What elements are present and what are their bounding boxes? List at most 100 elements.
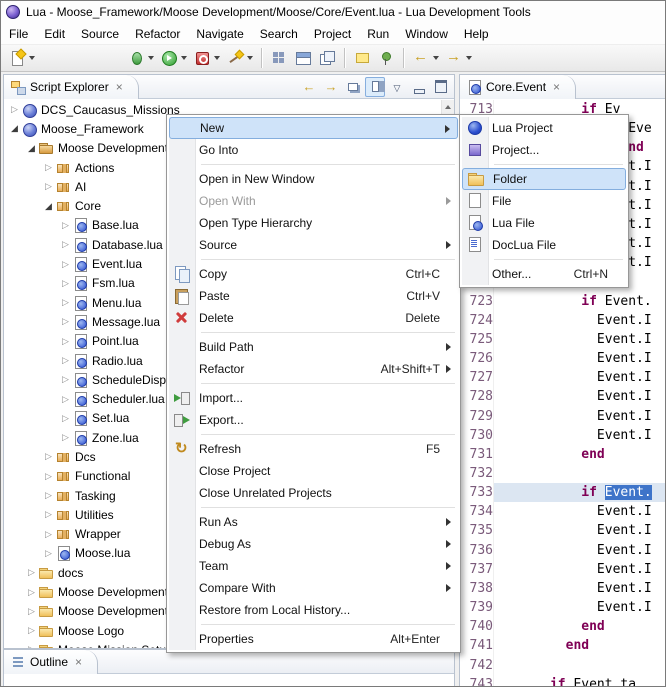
pin-editor-button[interactable] xyxy=(374,46,398,70)
dropdown-caret-icon[interactable] xyxy=(466,56,472,60)
line-number[interactable]: 733 xyxy=(460,483,494,502)
line-number[interactable]: 723 xyxy=(460,292,494,311)
context-menu-item-go-into[interactable]: Go Into xyxy=(169,139,458,161)
line-number[interactable]: 732 xyxy=(460,464,494,483)
line-number[interactable]: 737 xyxy=(460,560,494,579)
tab-script-explorer[interactable]: Script Explorer xyxy=(4,75,139,99)
code-text[interactable] xyxy=(494,656,665,675)
dropdown-caret-icon[interactable] xyxy=(181,56,187,60)
line-number[interactable]: 727 xyxy=(460,368,494,387)
expand-arrow-icon[interactable]: ▷ xyxy=(42,549,55,558)
code-text[interactable]: end xyxy=(494,617,665,636)
expand-arrow-icon[interactable]: ▷ xyxy=(42,491,55,500)
line-number[interactable]: 739 xyxy=(460,598,494,617)
close-icon[interactable] xyxy=(75,657,82,667)
line-number[interactable]: 741 xyxy=(460,636,494,655)
context-menu-item-open-with[interactable]: Open With xyxy=(169,190,458,212)
line-number[interactable]: 738 xyxy=(460,579,494,598)
new-editor-button[interactable] xyxy=(315,46,339,70)
external-tools-button[interactable] xyxy=(190,46,223,70)
new-submenu-item-doclua-file[interactable]: DocLua File xyxy=(462,234,626,256)
line-number[interactable]: 731 xyxy=(460,445,494,464)
code-text[interactable]: Event.I xyxy=(494,387,665,406)
context-menu-item-export[interactable]: Export... xyxy=(169,409,458,431)
expand-arrow-icon[interactable]: ▷ xyxy=(42,472,55,481)
menubar-navigate[interactable]: Navigate xyxy=(188,24,251,44)
context-menu-item-debug-as[interactable]: Debug As xyxy=(169,533,458,555)
menubar-run[interactable]: Run xyxy=(359,24,397,44)
context-menu-item-source[interactable]: Source xyxy=(169,234,458,256)
mark-occurrences-button[interactable] xyxy=(350,46,374,70)
code-text[interactable] xyxy=(494,464,665,483)
dropdown-caret-icon[interactable] xyxy=(29,56,35,60)
open-wizard-button[interactable] xyxy=(223,46,256,70)
expand-arrow-icon[interactable]: ▷ xyxy=(59,375,72,384)
expand-arrow-icon[interactable]: ◢ xyxy=(25,144,38,153)
code-text[interactable]: Event.I xyxy=(494,541,665,560)
new-submenu-item-folder[interactable]: Folder xyxy=(462,168,626,190)
expand-arrow-icon[interactable]: ▷ xyxy=(59,240,72,249)
expand-arrow-icon[interactable]: ▷ xyxy=(25,645,38,648)
expand-arrow-icon[interactable]: ▷ xyxy=(25,588,38,597)
expand-arrow-icon[interactable]: ▷ xyxy=(42,163,55,172)
context-menu-item-run-as[interactable]: Run As xyxy=(169,511,458,533)
new-submenu-item-file[interactable]: File xyxy=(462,190,626,212)
close-icon[interactable] xyxy=(116,82,123,92)
minimize-button[interactable] xyxy=(409,77,429,97)
line-number[interactable]: 725 xyxy=(460,330,494,349)
menubar-source[interactable]: Source xyxy=(73,24,127,44)
context-menu-item-restore-from-local-history[interactable]: Restore from Local History... xyxy=(169,599,458,621)
tab-outline[interactable]: Outline xyxy=(4,650,98,674)
expand-arrow-icon[interactable]: ▷ xyxy=(25,607,38,616)
line-number[interactable]: 729 xyxy=(460,407,494,426)
link-with-editor-button[interactable] xyxy=(365,77,385,97)
code-text[interactable]: if Event.ta xyxy=(494,675,665,687)
line-number[interactable]: 735 xyxy=(460,521,494,540)
expand-arrow-icon[interactable]: ▷ xyxy=(59,395,72,404)
line-number[interactable]: 734 xyxy=(460,502,494,521)
new-submenu-item-other[interactable]: Other...Ctrl+N xyxy=(462,263,626,285)
context-menu-item-compare-with[interactable]: Compare With xyxy=(169,577,458,599)
maximize-button[interactable] xyxy=(431,77,451,97)
debug-button[interactable] xyxy=(124,46,157,70)
view-menu-button[interactable] xyxy=(387,77,407,97)
code-text[interactable]: Event.I xyxy=(494,368,665,387)
expand-arrow-icon[interactable]: ▷ xyxy=(59,433,72,442)
expand-arrow-icon[interactable]: ▷ xyxy=(59,221,72,230)
expand-arrow-icon[interactable]: ▷ xyxy=(42,182,55,191)
code-text[interactable]: if Event. xyxy=(494,483,665,502)
code-text[interactable]: if Event. xyxy=(494,292,665,311)
expand-arrow-icon[interactable]: ▷ xyxy=(59,317,72,326)
code-text[interactable]: Event.I xyxy=(494,426,665,445)
editor-area-button[interactable] xyxy=(291,46,315,70)
context-menu-item-open-type-hierarchy[interactable]: Open Type Hierarchy xyxy=(169,212,458,234)
menubar-search[interactable]: Search xyxy=(252,24,306,44)
context-menu-item-new[interactable]: New xyxy=(169,117,458,139)
expand-arrow-icon[interactable]: ▷ xyxy=(59,356,72,365)
context-menu-item-refactor[interactable]: RefactorAlt+Shift+T xyxy=(169,358,458,380)
code-text[interactable]: Event.I xyxy=(494,311,665,330)
code-text[interactable]: Event.I xyxy=(494,579,665,598)
expand-arrow-icon[interactable]: ▷ xyxy=(25,568,38,577)
line-number[interactable]: 728 xyxy=(460,387,494,406)
code-text[interactable]: end xyxy=(494,445,665,464)
expand-arrow-icon[interactable]: ▷ xyxy=(42,510,55,519)
expand-arrow-icon[interactable]: ▷ xyxy=(59,298,72,307)
back-button[interactable] xyxy=(409,46,442,70)
close-icon[interactable] xyxy=(553,82,560,92)
view-grid-button[interactable] xyxy=(267,46,291,70)
view-forward-button[interactable] xyxy=(321,77,341,97)
context-menu-item-import[interactable]: Import... xyxy=(169,387,458,409)
context-menu-item-build-path[interactable]: Build Path xyxy=(169,336,458,358)
expand-arrow-icon[interactable]: ▷ xyxy=(42,530,55,539)
context-menu-item-copy[interactable]: CopyCtrl+C xyxy=(169,263,458,285)
new-submenu-item-lua-file[interactable]: Lua File xyxy=(462,212,626,234)
code-text[interactable]: Event.I xyxy=(494,560,665,579)
expand-arrow-icon[interactable]: ▷ xyxy=(25,626,38,635)
run-button[interactable] xyxy=(157,46,190,70)
dropdown-caret-icon[interactable] xyxy=(247,56,253,60)
line-number[interactable]: 742 xyxy=(460,656,494,675)
line-number[interactable]: 726 xyxy=(460,349,494,368)
new-submenu-item-lua-project[interactable]: Lua Project xyxy=(462,117,626,139)
context-menu-item-refresh[interactable]: RefreshF5 xyxy=(169,438,458,460)
